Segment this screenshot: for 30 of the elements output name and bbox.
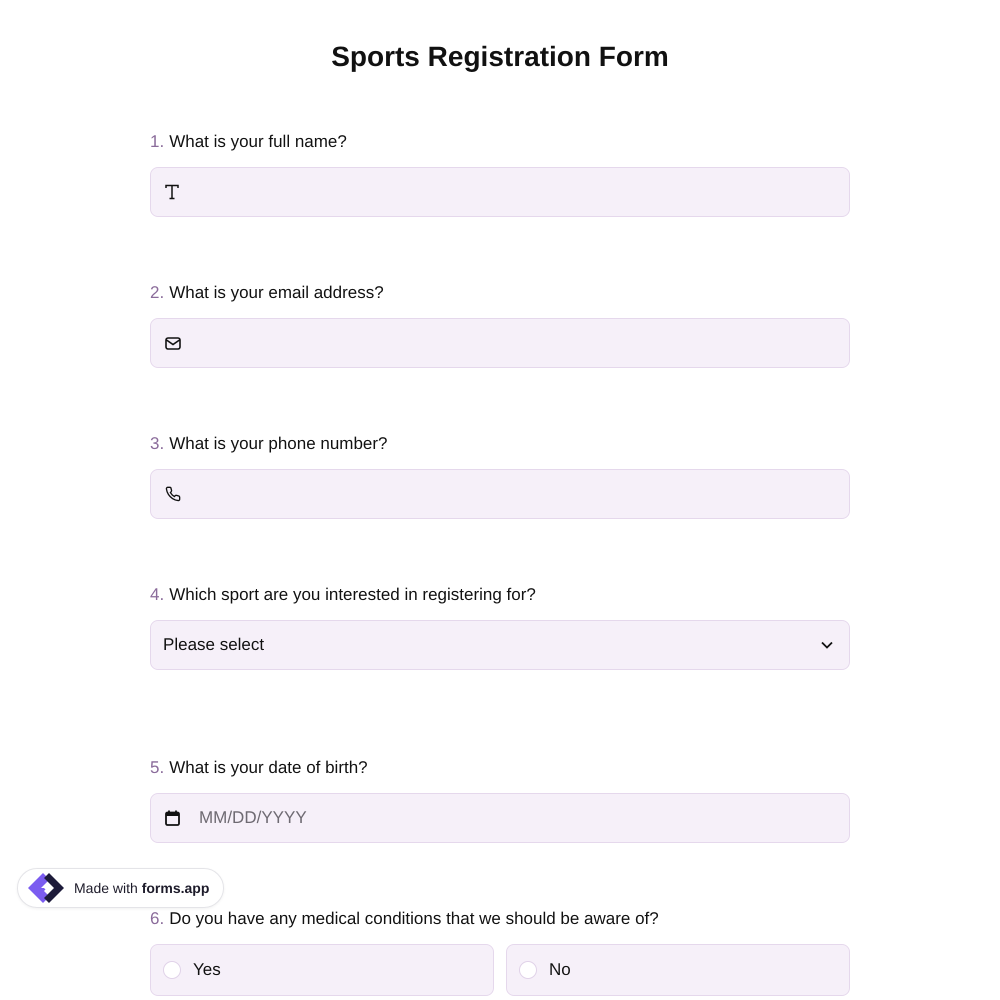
radio-option[interactable]: Yes <box>150 944 494 996</box>
question-label: Do you have any medical conditions that we should be aware of? <box>169 908 659 930</box>
envelope-icon <box>165 336 181 350</box>
logo-icon <box>26 871 66 905</box>
question-label: What is your full name? <box>169 131 347 153</box>
made-with-badge[interactable]: Made with forms.app <box>17 868 224 908</box>
phone-icon <box>165 486 181 502</box>
question-label: What is your phone number? <box>169 433 388 455</box>
sport-dropdown[interactable]: Please select <box>150 620 850 670</box>
input-box[interactable]: MM/DD/YYYY <box>150 793 850 843</box>
radio-option[interactable]: No <box>506 944 850 996</box>
question-number: 6. <box>150 908 164 930</box>
radio-button[interactable] <box>163 961 181 979</box>
question-label: What is your date of birth? <box>169 757 368 779</box>
question-number: 3. <box>150 433 164 455</box>
input-box[interactable] <box>150 318 850 368</box>
input-box[interactable] <box>150 167 850 217</box>
radio-button[interactable] <box>519 961 537 979</box>
question-label: Which sport are you interested in registering for? <box>169 584 536 606</box>
text-icon <box>165 184 179 200</box>
form-title: Sports Registration Form <box>330 40 670 74</box>
input-box[interactable] <box>150 469 850 519</box>
input-field[interactable]: MM/DD/YYYY <box>197 807 837 829</box>
calendar-icon <box>165 810 180 826</box>
question-number: 2. <box>150 282 164 304</box>
question-number: 4. <box>150 584 164 606</box>
question-number: 1. <box>150 131 164 153</box>
question-number: 5. <box>150 757 164 779</box>
question-label: What is your email address? <box>169 282 384 304</box>
chevron-down-icon <box>821 641 833 649</box>
